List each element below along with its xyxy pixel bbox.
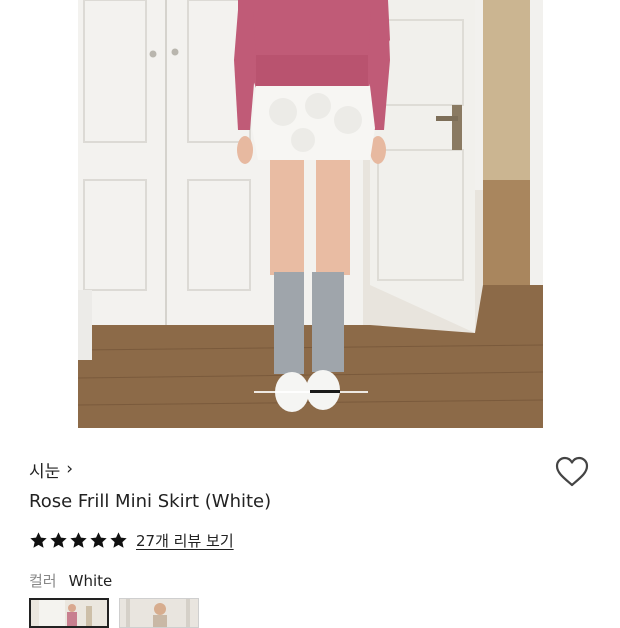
rating-row: 27개 리뷰 보기 <box>29 530 234 551</box>
color-label: 컬러 <box>29 572 57 590</box>
gallery-progress <box>254 390 368 393</box>
swatch-variant[interactable] <box>119 598 199 628</box>
brand-link[interactable]: 시눈 › <box>29 457 74 483</box>
star-icon <box>70 532 87 548</box>
color-swatches <box>29 598 199 628</box>
heart-outline-icon[interactable] <box>555 456 589 488</box>
color-value: White <box>68 572 113 590</box>
star-icon <box>90 532 107 548</box>
product-photo <box>78 0 543 428</box>
color-row: 컬러 White <box>29 570 112 591</box>
product-image[interactable] <box>78 0 543 428</box>
star-icon <box>30 532 47 548</box>
brand-name: 시눈 <box>29 462 61 482</box>
star-rating <box>29 531 128 550</box>
star-icon <box>110 532 127 548</box>
chevron-right-icon: › <box>66 459 74 479</box>
swatch-white[interactable] <box>29 598 109 628</box>
gallery-progress-fill <box>310 390 340 393</box>
product-title: Rose Frill Mini Skirt (White) <box>29 491 272 512</box>
star-icon <box>50 532 67 548</box>
review-link[interactable]: 27개 리뷰 보기 <box>136 530 234 551</box>
